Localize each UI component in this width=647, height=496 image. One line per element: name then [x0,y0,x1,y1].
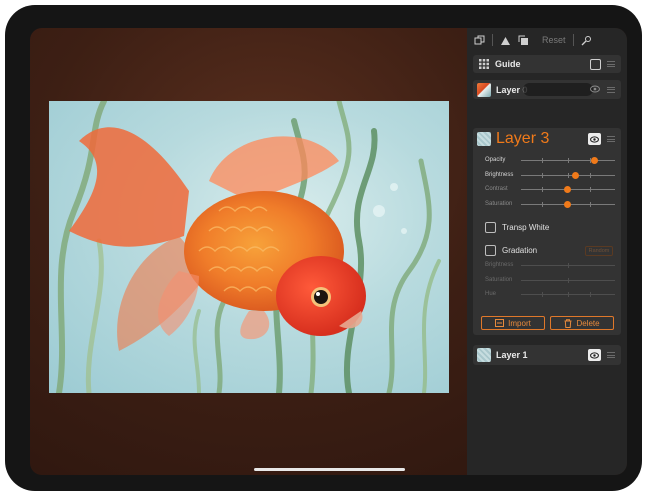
slider-label: Contrast [485,186,508,192]
grid-icon [479,59,489,69]
trash-icon [564,318,572,328]
layers-panel: Reset Guide Layer 0 Layer 3 Opacity Brig… [467,28,627,475]
slider-tick [568,292,569,297]
brightness-slider[interactable]: Brightness [485,171,615,181]
slider-knob[interactable] [564,186,571,193]
drag-handle-icon[interactable] [607,136,615,142]
gradation-brightness-slider[interactable]: Brightness [485,261,615,271]
slider-tick [568,173,569,178]
eye-icon[interactable] [588,133,601,145]
slider-tick [590,187,591,192]
transparent-white-checkbox[interactable] [485,221,496,233]
layer-name[interactable]: Layer 3 [496,130,549,148]
guide-label: Guide [495,59,521,69]
toolbar-divider [572,34,574,46]
home-indicator[interactable] [254,468,405,471]
panel-toolbar: Reset [467,28,627,52]
slider-tick [542,173,543,178]
slider-label: Saturation [485,277,513,283]
layer-panel-layer-3: Layer 3 Opacity Brightness Contrast Satu… [473,128,621,335]
clipping-mask-icon[interactable] [518,35,529,46]
slider-label: Brightness [485,172,514,178]
slider-tick [542,187,543,192]
delete-label: Delete [576,318,600,328]
drag-handle-icon[interactable] [607,61,615,67]
slider-tick [568,158,569,163]
layer-row-layer-0[interactable]: Layer 0 [473,80,621,99]
layer-thumbnail [477,82,491,97]
slider-tick [590,292,591,297]
slider-label: Brightness [485,262,514,268]
guide-row[interactable]: Guide [473,55,621,73]
layer-row-layer-1[interactable]: Layer 1 [473,345,621,365]
guide-toggle[interactable] [590,58,601,70]
import-label: Import [508,318,531,328]
gradation-option[interactable]: Gradation [485,244,537,256]
slider-tick [542,158,543,163]
slider-knob[interactable] [572,172,579,179]
settings-wand-icon[interactable] [581,35,592,46]
slider-knob[interactable] [564,201,571,208]
layer-thumbnail [477,348,491,362]
slider-tick [590,202,591,207]
layer-copy-icon[interactable] [474,35,485,46]
slider-tick [568,263,569,268]
saturation-slider[interactable]: Saturation [485,200,615,210]
toolbar-divider [492,34,493,46]
merge-icon[interactable] [500,35,511,46]
transparent-white-label: Transp White [502,222,550,232]
eye-icon[interactable] [589,84,601,94]
slider-label: Opacity [485,157,506,163]
import-icon [495,319,505,327]
tablet-frame: Reset Guide Layer 0 Layer 3 Opacity Brig… [5,5,642,491]
slider-tick [590,173,591,178]
slider-knob[interactable] [591,157,598,164]
drawing-canvas[interactable] [49,101,449,393]
import-button[interactable]: Import [481,316,545,330]
gradation-saturation-slider[interactable]: Saturation [485,276,615,286]
random-button[interactable]: Random [585,246,613,256]
slider-label: Hue [485,291,497,297]
slider-label: Saturation [485,201,513,207]
transparent-white-option[interactable]: Transp White [485,221,549,233]
slider-tick [568,278,569,283]
screen: Reset Guide Layer 0 Layer 3 Opacity Brig… [30,28,627,475]
layer-row-layer-3[interactable]: Layer 3 [473,130,621,148]
slider-tick [542,202,543,207]
layer-blur-overlay [523,83,593,96]
gradation-checkbox[interactable] [485,244,496,256]
drag-handle-icon[interactable] [607,86,615,93]
drag-handle-icon[interactable] [607,352,615,358]
layer-name[interactable]: Layer 1 [496,350,528,360]
delete-button[interactable]: Delete [550,316,614,330]
eye-icon[interactable] [588,349,601,361]
contrast-slider[interactable]: Contrast [485,185,615,195]
goldfish-artwork [56,101,441,393]
layer-thumbnail [477,132,491,146]
gradation-hue-slider[interactable]: Hue [485,290,615,300]
slider-tick [542,292,543,297]
gradation-label: Gradation [502,245,538,255]
reset-button[interactable]: Reset [542,35,566,45]
opacity-slider[interactable]: Opacity [485,156,615,166]
